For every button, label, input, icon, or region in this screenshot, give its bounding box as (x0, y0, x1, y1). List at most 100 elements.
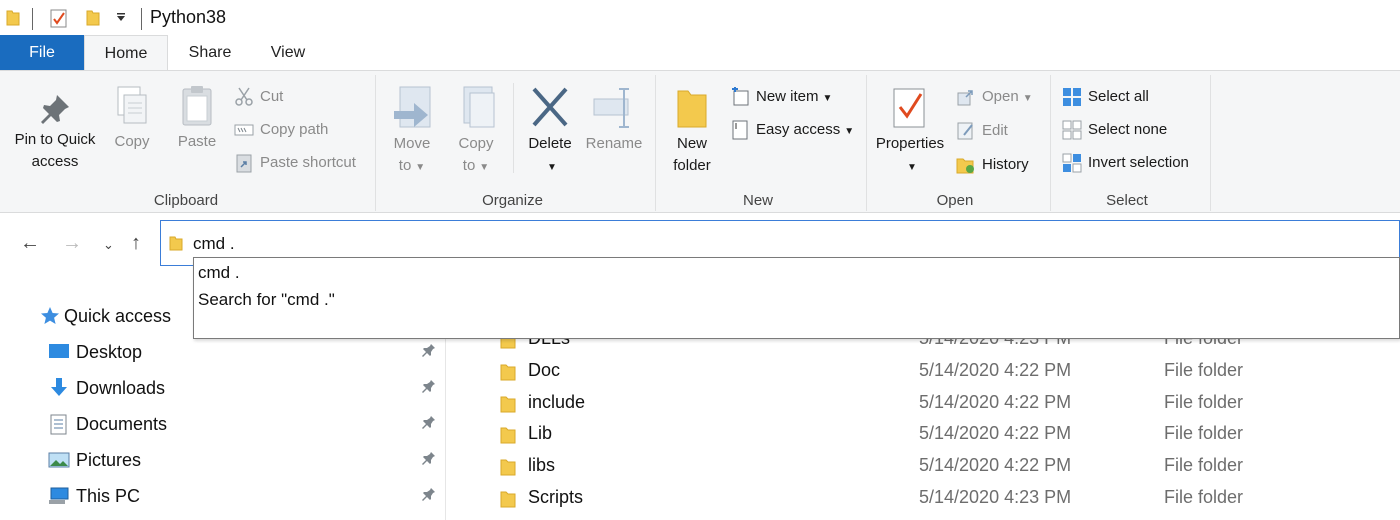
copy-path-button[interactable]: Copy path (234, 118, 328, 142)
select-none-button[interactable]: Select none (1062, 118, 1167, 142)
properties-label: Properties (875, 135, 945, 152)
back-arrow-icon[interactable]: ← (20, 232, 40, 255)
file-type: File folder (1164, 392, 1244, 412)
cut-button[interactable]: Cut (234, 85, 283, 109)
new-folder-quick-icon[interactable] (86, 9, 100, 26)
file-type: File folder (1164, 360, 1244, 380)
folder-icon (500, 491, 516, 508)
move-to-button[interactable]: Move to ▼ (384, 85, 440, 179)
pin-icon (41, 95, 69, 124)
pin-label-line1: Pin to Quick (14, 131, 96, 148)
history-button[interactable]: History (956, 153, 1029, 177)
address-input-value[interactable]: cmd . (193, 234, 235, 254)
table-row[interactable]: Scripts 5/14/2020 4:23 PM File folder (496, 484, 1400, 514)
autocomplete-item[interactable]: cmd . (198, 263, 240, 283)
file-name: libs (528, 455, 556, 475)
delete-icon (532, 87, 568, 127)
forward-arrow-icon[interactable]: → (62, 232, 82, 255)
delete-label: Delete (528, 135, 572, 152)
folder-icon (500, 396, 516, 413)
file-name: Lib (528, 423, 553, 443)
nav-item-this-pc[interactable]: This PC (48, 483, 140, 509)
history-icon (956, 158, 974, 174)
tab-file[interactable]: File (0, 35, 84, 70)
nav-item-label: Pictures (76, 450, 142, 470)
invert-selection-button[interactable]: Invert selection (1062, 151, 1189, 175)
rename-button[interactable]: Rename (584, 85, 644, 155)
tab-share[interactable]: Share (168, 35, 252, 70)
scissors-icon (235, 87, 253, 106)
nav-item-downloads[interactable]: Downloads (48, 375, 165, 401)
delete-button[interactable]: Delete ▼ (522, 85, 578, 179)
paste-shortcut-label: Paste shortcut (260, 154, 356, 171)
tab-home[interactable]: Home (84, 35, 168, 71)
ribbon: Pin to Quick access Copy Paste Cut Copy … (0, 70, 1400, 213)
nav-item-pictures[interactable]: Pictures (48, 447, 141, 473)
select-all-button[interactable]: Select all (1062, 85, 1149, 109)
pin-to-quick-access-button[interactable]: Pin to Quick access (6, 91, 104, 173)
cut-label: Cut (260, 88, 284, 105)
open-label: Open (982, 88, 1019, 105)
group-divider (375, 75, 376, 211)
group-label-clipboard: Clipboard (153, 192, 219, 209)
pin-icon[interactable] (422, 343, 436, 359)
file-date: 5/14/2020 4:22 PM (919, 360, 1072, 380)
paste-shortcut-icon (236, 154, 252, 173)
nav-item-documents[interactable]: Documents (48, 411, 167, 437)
nav-item-label: Quick access (64, 306, 172, 326)
group-divider (655, 75, 656, 211)
nav-item-label: Desktop (76, 342, 143, 362)
edit-button[interactable]: Edit (956, 119, 1008, 143)
divider (32, 8, 33, 30)
group-divider (1210, 75, 1211, 211)
computer-icon (49, 487, 69, 504)
open-icon (957, 90, 973, 106)
up-arrow-icon[interactable]: ↑ (131, 232, 141, 255)
nav-item-quick-access[interactable]: Quick access (40, 303, 171, 329)
copy-to-button[interactable]: Copy to ▼ (448, 85, 504, 179)
properties-button[interactable]: Properties ▼ (872, 83, 948, 179)
address-autocomplete-dropdown: cmd . Search for "cmd ." (193, 257, 1400, 339)
folder-icon (169, 236, 183, 251)
select-all-label: Select all (1088, 88, 1149, 105)
recent-locations-chevron-icon[interactable]: ⌄ (103, 237, 114, 253)
pin-icon[interactable] (422, 379, 436, 395)
table-row[interactable]: libs 5/14/2020 4:22 PM File folder (496, 452, 1400, 482)
star-icon (41, 307, 59, 324)
pin-icon[interactable] (422, 487, 436, 503)
table-row[interactable]: Lib 5/14/2020 4:22 PM File folder (496, 420, 1400, 450)
properties-quick-icon[interactable] (50, 8, 68, 28)
customize-toolbar-icon[interactable] (116, 13, 126, 23)
new-folder-icon (677, 90, 707, 128)
new-item-button[interactable]: New item ▼ (730, 85, 832, 109)
file-date: 5/14/2020 4:23 PM (919, 487, 1072, 507)
copy-path-label: Copy path (260, 121, 329, 138)
title-bar: Python38 (0, 0, 1400, 35)
file-name: include (528, 392, 586, 412)
rename-label: Rename (585, 135, 643, 152)
file-date: 5/14/2020 4:22 PM (919, 392, 1072, 412)
properties-icon (893, 88, 925, 128)
easy-access-button[interactable]: Easy access ▼ (730, 118, 854, 142)
paste-label: Paste (177, 133, 217, 150)
table-row[interactable]: include 5/14/2020 4:22 PM File folder (496, 389, 1400, 419)
rename-icon (593, 88, 629, 128)
divider (141, 8, 142, 30)
group-label-open: Open (936, 192, 974, 209)
clipboard-icon (182, 86, 212, 126)
new-folder-button[interactable]: New folder (664, 85, 720, 177)
folder-icon (500, 364, 516, 381)
invert-selection-label: Invert selection (1088, 154, 1189, 171)
select-none-icon (1062, 120, 1082, 140)
nav-item-desktop[interactable]: Desktop (48, 339, 142, 365)
autocomplete-item[interactable]: Search for "cmd ." (198, 290, 335, 310)
paste-button[interactable]: Paste (170, 85, 224, 153)
pin-icon[interactable] (422, 451, 436, 467)
tab-view[interactable]: View (252, 35, 324, 70)
nav-item-label: Downloads (76, 378, 166, 398)
paste-shortcut-button[interactable]: Paste shortcut (234, 151, 356, 175)
pin-icon[interactable] (422, 415, 436, 431)
copy-button[interactable]: Copy (106, 85, 158, 153)
open-button[interactable]: Open ▼ (956, 85, 1033, 109)
table-row[interactable]: Doc 5/14/2020 4:22 PM File folder (496, 357, 1400, 387)
